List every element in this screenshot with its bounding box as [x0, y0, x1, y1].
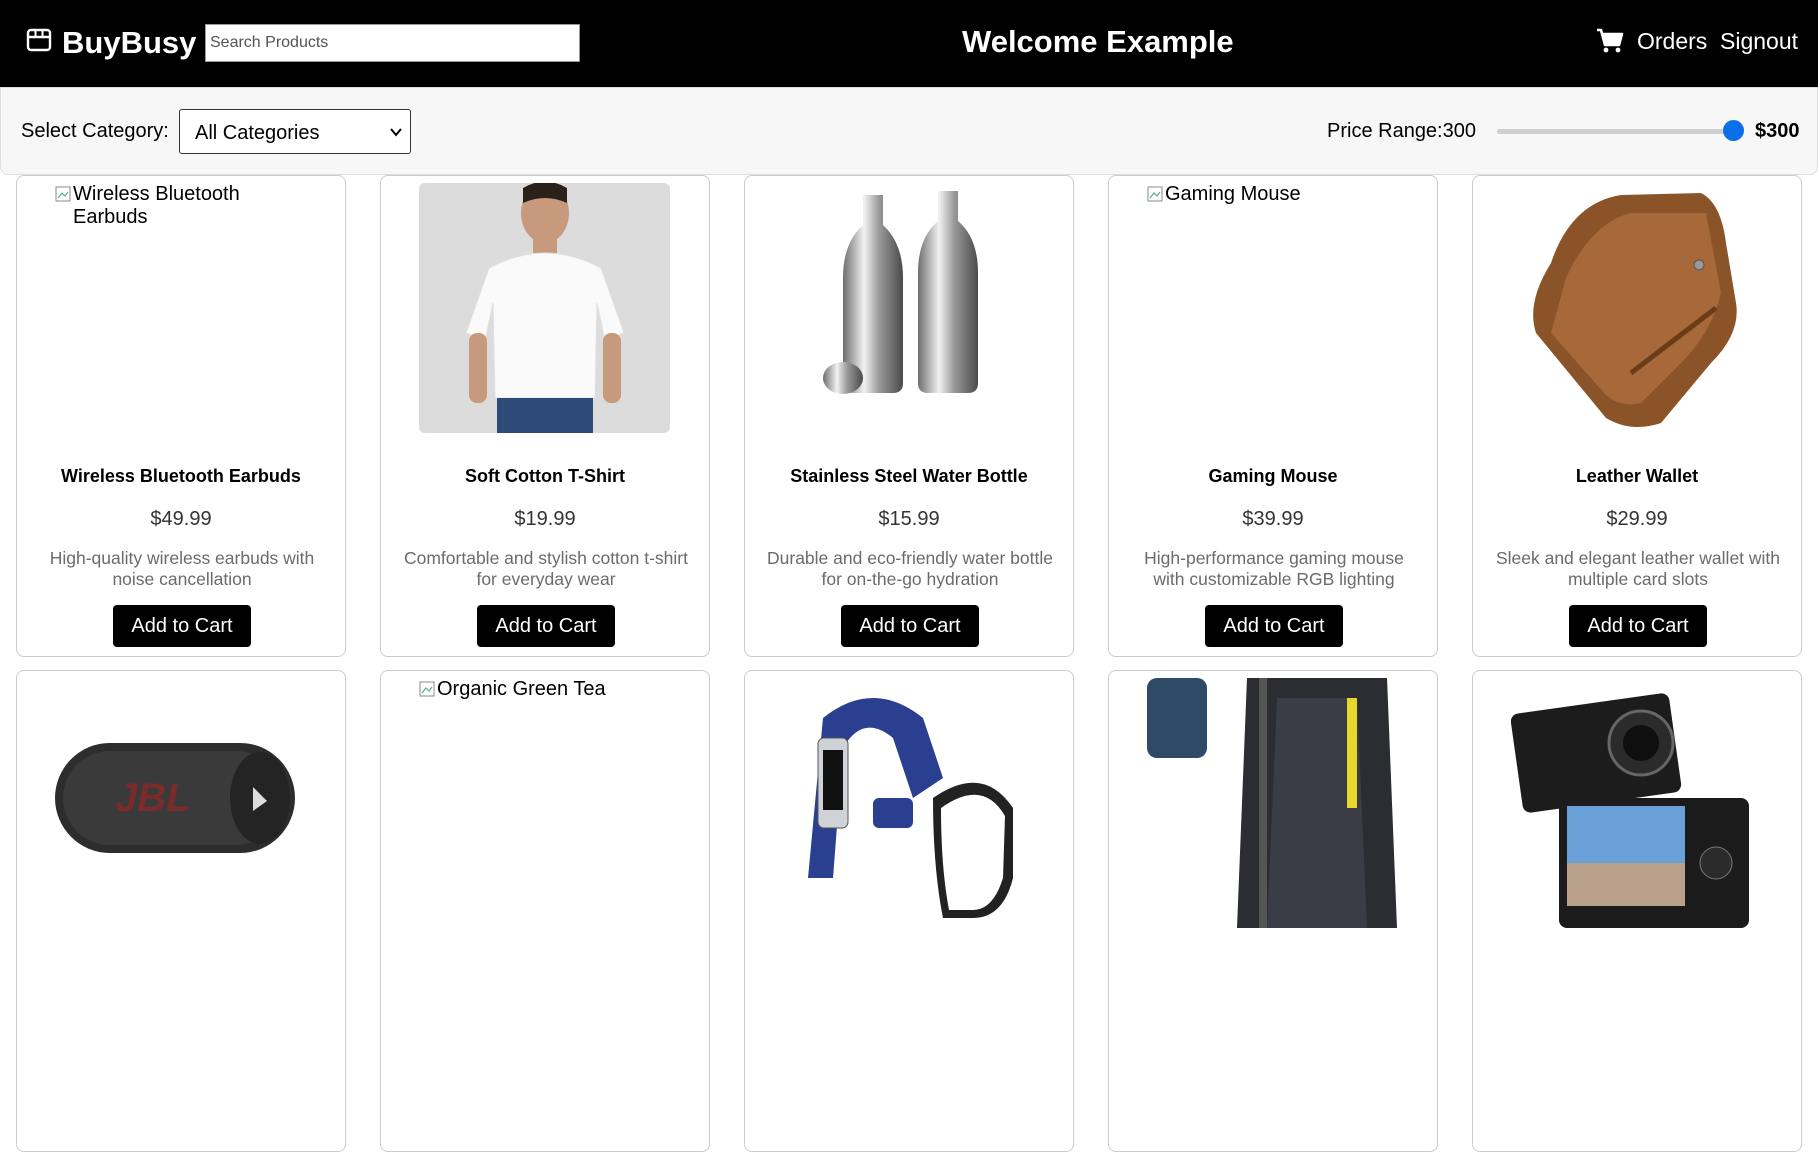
top-navbar: BuyBusy Welcome Example Orders Signout — [0, 0, 1818, 87]
product-card — [744, 670, 1074, 1152]
price-range-slider-thumb[interactable] — [1723, 120, 1744, 141]
price-range-value: $300 — [1755, 120, 1800, 142]
broken-image-icon — [55, 186, 71, 202]
add-to-cart-button[interactable]: Add to Cart — [841, 605, 979, 647]
add-to-cart-button[interactable]: Add to Cart — [477, 605, 615, 647]
product-title: Wireless Bluetooth Earbuds — [61, 466, 301, 486]
product-title: Soft Cotton T-Shirt — [465, 466, 625, 486]
search-input[interactable] — [205, 24, 580, 62]
product-price: $19.99 — [514, 508, 576, 530]
product-card — [1472, 670, 1802, 1152]
product-grid: Wireless Bluetooth Earbuds Wireless Blue… — [16, 175, 1806, 1152]
broken-image-alt: Gaming Mouse — [1147, 183, 1301, 206]
product-card: JBL — [16, 670, 346, 1152]
price-range-label: Price Range:300 — [1327, 120, 1476, 142]
product-image — [783, 183, 1034, 433]
store-icon[interactable] — [26, 27, 52, 53]
fitness-tracker-photo — [808, 698, 1013, 918]
product-card — [1108, 670, 1438, 1152]
price-range-slider-fill — [1497, 129, 1735, 134]
product-price: $39.99 — [1242, 508, 1304, 530]
product-title: Stainless Steel Water Bottle — [790, 466, 1028, 486]
bluetooth-speaker-photo: JBL — [55, 743, 295, 853]
product-card: Soft Cotton T-Shirt $19.99 Comfortable a… — [380, 175, 710, 657]
add-to-cart-button[interactable]: Add to Cart — [1569, 605, 1707, 647]
category-selected-value: All Categories — [195, 122, 320, 144]
product-description: Sleek and elegant leather wallet with mu… — [1495, 548, 1781, 589]
price-range-slider-track[interactable] — [1497, 129, 1735, 134]
product-card: Gaming Mouse Gaming Mouse $39.99 High-pe… — [1108, 175, 1438, 657]
product-price: $29.99 — [1606, 508, 1668, 530]
add-to-cart-button[interactable]: Add to Cart — [1205, 605, 1343, 647]
product-description: High-quality wireless earbuds with noise… — [49, 548, 315, 589]
product-image — [1511, 678, 1762, 928]
svg-text:JBL: JBL — [115, 776, 191, 820]
leather-wallet-photo — [1533, 193, 1737, 427]
category-label: Select Category: — [21, 120, 169, 142]
product-title: Gaming Mouse — [1208, 466, 1338, 486]
product-image — [419, 183, 670, 433]
product-image — [1511, 183, 1762, 433]
chevron-down-icon — [390, 128, 402, 137]
product-image: Wireless Bluetooth Earbuds — [55, 183, 306, 433]
nav-signout-link[interactable]: Signout — [1720, 26, 1798, 56]
broken-image-icon — [419, 681, 435, 697]
product-card: Leather Wallet $29.99 Sleek and elegant … — [1472, 175, 1802, 657]
filter-bar: Select Category: All Categories Price Ra… — [0, 87, 1818, 175]
product-description: Durable and eco-friendly water bottle fo… — [767, 548, 1053, 589]
brand-name[interactable]: BuyBusy — [62, 24, 196, 62]
product-price: $15.99 — [878, 508, 940, 530]
broken-image-icon — [1147, 186, 1163, 202]
product-title: Leather Wallet — [1575, 466, 1699, 486]
add-to-cart-button[interactable]: Add to Cart — [113, 605, 251, 647]
product-description: Comfortable and stylish cotton t-shirt f… — [403, 548, 688, 589]
backpack-photo — [1147, 678, 1397, 928]
product-card: Organic Green Tea — [380, 670, 710, 1152]
product-image — [783, 678, 1034, 928]
cart-icon[interactable] — [1596, 28, 1624, 54]
product-image: Organic Green Tea — [419, 678, 670, 928]
welcome-heading: Welcome Example — [962, 24, 1234, 59]
product-card: Wireless Bluetooth Earbuds Wireless Blue… — [16, 175, 346, 657]
product-price: $49.99 — [150, 508, 212, 530]
tshirt-photo — [419, 183, 670, 433]
product-image — [1147, 678, 1398, 928]
category-select[interactable]: All Categories — [179, 109, 411, 154]
digital-camera-photo — [1511, 693, 1749, 928]
product-image: Gaming Mouse — [1147, 183, 1398, 433]
water-bottle-photo — [823, 191, 978, 394]
product-card: Stainless Steel Water Bottle $15.99 Dura… — [744, 175, 1074, 657]
nav-orders-link[interactable]: Orders — [1637, 26, 1707, 56]
product-image: JBL — [55, 731, 306, 981]
broken-image-alt: Wireless Bluetooth Earbuds — [55, 183, 306, 229]
broken-image-alt: Organic Green Tea — [419, 678, 606, 701]
product-description: High-performance gaming mouse with custo… — [1144, 548, 1404, 589]
